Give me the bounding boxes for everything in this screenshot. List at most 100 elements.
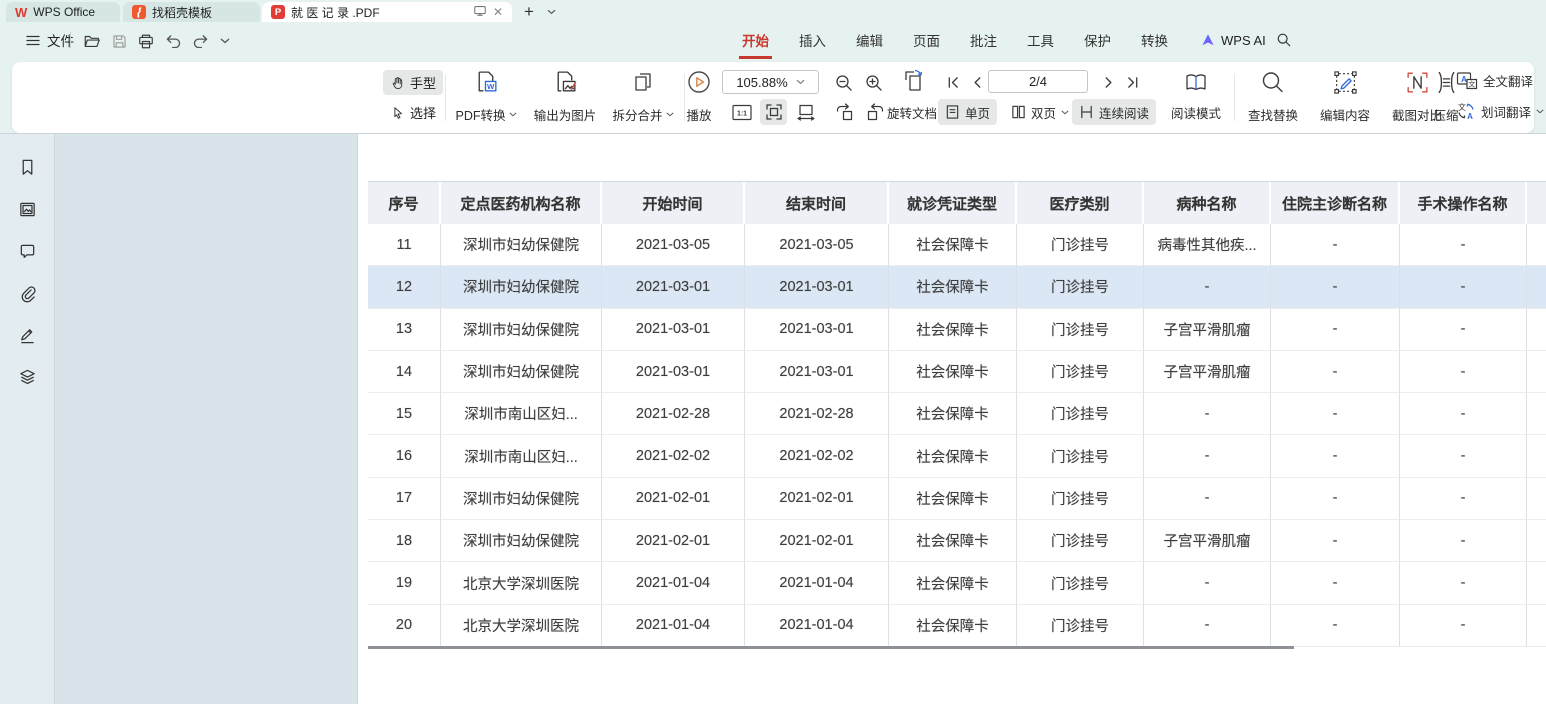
single-page-button[interactable]: 单页 bbox=[938, 99, 997, 125]
table-cell: - bbox=[1271, 224, 1400, 266]
last-page-button[interactable] bbox=[1122, 71, 1144, 93]
select-tool-label: 选择 bbox=[410, 103, 436, 122]
rotate-left-button[interactable] bbox=[830, 99, 857, 125]
table-cell: 2021-02-02 bbox=[745, 435, 889, 477]
prev-page-button[interactable] bbox=[966, 71, 988, 93]
table-cell: 社会保障卡 bbox=[889, 520, 1017, 562]
print-icon[interactable] bbox=[136, 31, 156, 51]
table-cell bbox=[1527, 266, 1546, 308]
menu-item[interactable]: 工具 bbox=[1027, 30, 1054, 50]
table-row: 16深圳市南山区妇...2021-02-022021-02-02社会保障卡门诊挂… bbox=[368, 435, 1546, 477]
chevron-down-icon bbox=[1061, 110, 1069, 115]
page-indicator-input[interactable]: 2/4 bbox=[988, 70, 1088, 93]
read-mode-label: 阅读模式 bbox=[1171, 103, 1221, 122]
continuous-read-button[interactable]: 连续阅读 bbox=[1072, 99, 1156, 125]
table-row: 19北京大学深圳医院2021-01-042021-01-04社会保障卡门诊挂号-… bbox=[368, 562, 1546, 604]
read-mode-button[interactable] bbox=[1168, 68, 1224, 98]
tab-docer[interactable]: 找稻壳模板 bbox=[123, 2, 260, 22]
divider bbox=[445, 74, 446, 121]
attachment-icon[interactable] bbox=[16, 282, 38, 304]
undo-icon[interactable] bbox=[163, 31, 183, 51]
last-page-icon bbox=[1126, 76, 1140, 89]
menu-item[interactable]: 编辑 bbox=[856, 30, 883, 50]
rotate-doc-button[interactable] bbox=[896, 67, 928, 97]
menu-search-icon[interactable] bbox=[1274, 30, 1294, 50]
open-folder-icon[interactable] bbox=[82, 31, 102, 51]
table-cell: 社会保障卡 bbox=[889, 393, 1017, 435]
wps-ai-button[interactable]: WPS AI bbox=[1200, 22, 1266, 58]
table-cell: 门诊挂号 bbox=[1017, 562, 1144, 604]
zoom-level-select[interactable]: 105.88% bbox=[722, 70, 819, 94]
chevron-down-icon bbox=[666, 112, 674, 117]
zoom-in-button[interactable] bbox=[860, 70, 887, 96]
menu-item[interactable]: 保护 bbox=[1084, 30, 1111, 50]
full-translate-button[interactable]: A文 全文翻译 bbox=[1456, 71, 1533, 90]
divider bbox=[1234, 74, 1235, 121]
pdf-convert-button[interactable]: W PDF转换 bbox=[449, 68, 523, 127]
next-page-button[interactable] bbox=[1098, 71, 1120, 93]
table-cell: 门诊挂号 bbox=[1017, 435, 1144, 477]
table-cell: 2021-02-01 bbox=[745, 520, 889, 562]
menu-item[interactable]: 批注 bbox=[970, 30, 997, 50]
hand-tool-button[interactable]: 手型 bbox=[383, 70, 443, 95]
table-cell: 2021-01-04 bbox=[745, 562, 889, 604]
double-page-button[interactable]: 双页 bbox=[1004, 99, 1076, 125]
table-cell: - bbox=[1144, 393, 1271, 435]
find-replace-button[interactable]: 查找替换 bbox=[1240, 68, 1306, 127]
menu-item[interactable]: 页面 bbox=[913, 30, 940, 50]
tab-strip: W WPS Office 找稻壳模板 P 就 医 记 录 .PDF ✕ + bbox=[0, 0, 1546, 22]
save-icon[interactable] bbox=[109, 31, 129, 51]
zoom-out-button[interactable] bbox=[830, 70, 857, 96]
wps-logo-icon: W bbox=[15, 6, 27, 19]
signature-icon[interactable] bbox=[16, 324, 38, 346]
select-tool-button[interactable]: 选择 bbox=[383, 100, 443, 125]
split-merge-button[interactable]: 拆分合并 bbox=[608, 68, 678, 127]
play-button[interactable]: 播放 bbox=[678, 68, 720, 127]
fit-page-button[interactable] bbox=[760, 99, 787, 125]
compress-label: 压缩 bbox=[1433, 105, 1458, 124]
next-page-icon bbox=[1103, 76, 1115, 89]
quick-access-chevron-icon[interactable] bbox=[215, 31, 235, 51]
fit-width-button[interactable] bbox=[792, 99, 819, 125]
table-cell: 13 bbox=[368, 309, 441, 351]
present-to-screen-icon[interactable] bbox=[473, 4, 487, 20]
table-header-cell: 结束时间 bbox=[745, 182, 889, 224]
tab-wps-home[interactable]: W WPS Office bbox=[6, 2, 120, 22]
tab-document-active[interactable]: P 就 医 记 录 .PDF ✕ bbox=[262, 2, 512, 22]
new-tab-button[interactable]: + bbox=[520, 3, 538, 21]
read-mode-icon bbox=[1183, 71, 1209, 95]
table-cell: 门诊挂号 bbox=[1017, 605, 1144, 647]
actual-size-button[interactable]: 1:1 bbox=[728, 99, 755, 125]
edit-content-button[interactable]: 编辑内容 bbox=[1312, 68, 1378, 127]
table-cell: 12 bbox=[368, 266, 441, 308]
layers-icon[interactable] bbox=[16, 366, 38, 388]
menu-bar: 文件 开始 插入 编辑 页面 批注 工具 保护 转换 WPS AI bbox=[0, 22, 1546, 58]
read-mode-label-button[interactable]: 阅读模式 bbox=[1164, 103, 1228, 122]
table-cell: - bbox=[1144, 562, 1271, 604]
table-cell: 社会保障卡 bbox=[889, 562, 1017, 604]
table-cell: - bbox=[1271, 351, 1400, 393]
table-cell: 2021-01-04 bbox=[602, 605, 745, 647]
word-translate-button[interactable]: 文A 划词翻译 bbox=[1456, 101, 1544, 121]
thumbnail-icon[interactable] bbox=[16, 198, 38, 220]
menu-item[interactable]: 插入 bbox=[799, 30, 826, 50]
table-cell: 深圳市妇幼保健院 bbox=[441, 520, 602, 562]
table-cell: 2021-03-05 bbox=[745, 224, 889, 266]
word-translate-label: 划词翻译 bbox=[1481, 102, 1531, 121]
redo-icon[interactable] bbox=[190, 31, 210, 51]
first-page-button[interactable] bbox=[942, 71, 964, 93]
hand-tool-label: 手型 bbox=[410, 73, 436, 92]
table-cell: 门诊挂号 bbox=[1017, 351, 1144, 393]
menu-item[interactable]: 开始 bbox=[742, 30, 769, 50]
comment-icon[interactable] bbox=[16, 240, 38, 262]
rotate-doc-label-button[interactable]: 旋转文档 bbox=[880, 103, 944, 122]
table-row: 20北京大学深圳医院2021-01-042021-01-04社会保障卡门诊挂号-… bbox=[368, 605, 1546, 647]
tab-close-icon[interactable]: ✕ bbox=[493, 5, 503, 19]
rotate-left-icon bbox=[834, 102, 854, 122]
tab-list-chevron-icon[interactable] bbox=[542, 3, 560, 21]
file-menu[interactable]: 文件 bbox=[26, 22, 74, 58]
bookmark-icon[interactable] bbox=[16, 156, 38, 178]
export-image-button[interactable]: 输出为图片 bbox=[526, 68, 604, 127]
menu-item[interactable]: 转换 bbox=[1141, 30, 1168, 50]
table-cell: 深圳市南山区妇... bbox=[441, 435, 602, 477]
